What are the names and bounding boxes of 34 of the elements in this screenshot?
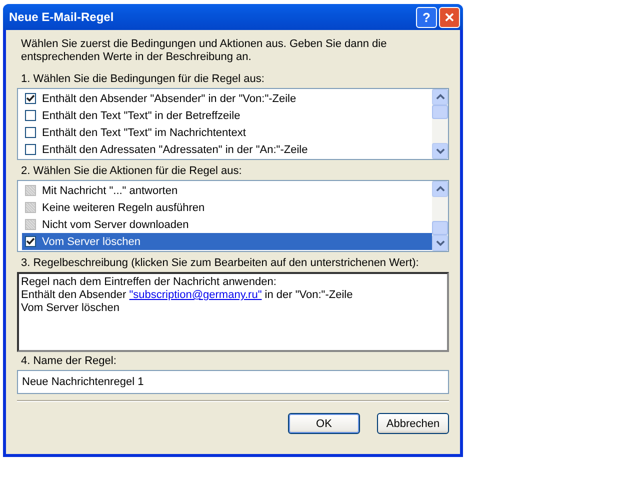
list-item[interactable]: Enthält den Absender "Absender" in der "Von:"-Zeile bbox=[25, 90, 432, 107]
window-title: Neue E-Mail-Regel bbox=[9, 10, 114, 24]
scroll-up-icon[interactable] bbox=[432, 89, 448, 105]
section-label: 4. Name der Regel: bbox=[21, 355, 118, 367]
scroll-thumb[interactable] bbox=[432, 221, 448, 235]
scroll-thumb[interactable] bbox=[432, 105, 448, 119]
list-item[interactable]: Vom Server löschen bbox=[22, 233, 432, 250]
checkbox[interactable] bbox=[25, 236, 36, 247]
section-label: 2. Wählen Sie die Aktionen für die Regel aus: bbox=[21, 165, 243, 177]
help-button[interactable]: ? bbox=[416, 6, 437, 28]
dialog-button[interactable]: Abbrechen bbox=[377, 413, 449, 434]
description-text: in der "Von:"-Zeile bbox=[264, 289, 353, 301]
section-label: 1. Wählen Sie die Bedingungen für die Regel aus: bbox=[21, 73, 266, 85]
list-item[interactable]: Enthält den Text "Text" im Nachrichtentext bbox=[25, 124, 432, 141]
scroll-up-icon[interactable] bbox=[432, 181, 448, 197]
list-item[interactable]: Enthält den Adressaten "Adressaten" in der "An:"-Zeile bbox=[25, 141, 432, 158]
section-label: 3. Regelbeschreibung (klicken Sie zum Bearbeiten auf den unterstrichenen Wert): bbox=[21, 257, 420, 269]
description-text: Enthält den Absender bbox=[21, 289, 128, 301]
value-link[interactable]: "subscription@germany.ru" bbox=[129, 289, 262, 301]
checkbox[interactable] bbox=[25, 144, 36, 155]
scrollbar[interactable] bbox=[432, 181, 448, 251]
checkbox[interactable] bbox=[25, 93, 36, 104]
scroll-down-icon[interactable] bbox=[432, 143, 448, 159]
list-item[interactable]: Enthält den Text "Text" in der Betreffzeile bbox=[25, 107, 432, 124]
checkbox[interactable] bbox=[25, 127, 36, 138]
checkbox[interactable] bbox=[25, 110, 36, 121]
scroll-down-icon[interactable] bbox=[432, 235, 448, 251]
dialog-button[interactable]: OK bbox=[288, 413, 360, 434]
close-button[interactable]: ✕ bbox=[439, 6, 460, 28]
rule-name-field[interactable]: Neue Nachrichtenregel 1 bbox=[17, 370, 449, 394]
instruction-text: Wählen Sie zuerst die Bedingungen und Aktionen aus. Geben Sie dann die entsprechenden Werte in der Beschreibung an. bbox=[21, 38, 388, 64]
scrollbar[interactable] bbox=[432, 89, 448, 159]
description-text: Regel nach dem Eintreffen der Nachricht anwenden: bbox=[21, 276, 276, 288]
description-text: Vom Server löschen bbox=[21, 302, 120, 314]
